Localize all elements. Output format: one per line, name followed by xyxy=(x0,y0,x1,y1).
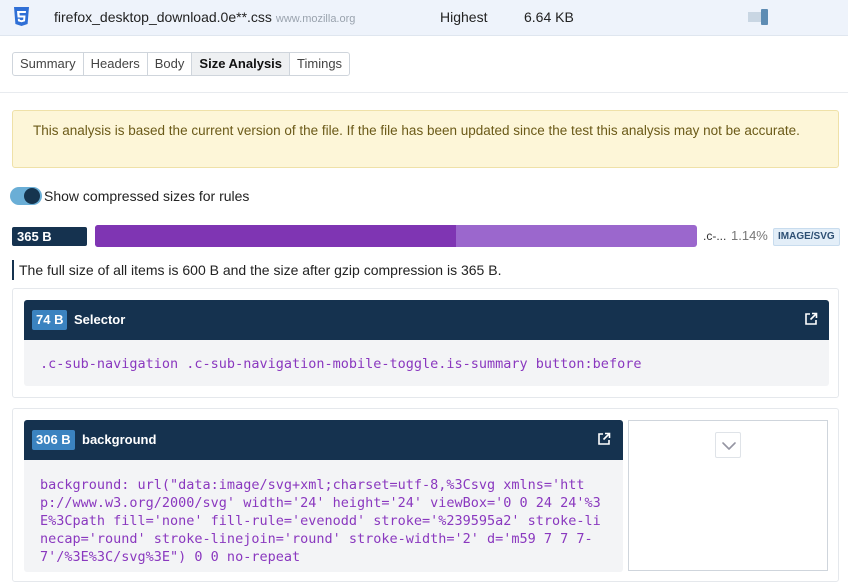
detail-tabs: Summary Headers Body Size Analysis Timin… xyxy=(12,52,351,76)
background-size-badge: 306 B xyxy=(32,430,75,450)
selector-size-badge: 74 B xyxy=(32,310,68,330)
tab-headers[interactable]: Headers xyxy=(82,52,148,76)
selector-code: .c-sub-navigation .c-sub-navigation-mobi… xyxy=(24,340,829,386)
toggle-knob xyxy=(24,188,40,204)
total-size-badge: 365 B xyxy=(12,227,87,246)
css3-icon xyxy=(14,7,29,26)
filename-text: firefox_desktop_download.0e**.css xyxy=(54,9,272,25)
external-link-icon[interactable] xyxy=(597,432,611,446)
request-size: 6.64 KB xyxy=(524,9,574,25)
size-bar[interactable] xyxy=(95,225,697,247)
compressed-sizes-label: Show compressed sizes for rules xyxy=(44,188,250,204)
tab-size-analysis[interactable]: Size Analysis xyxy=(191,52,291,76)
size-bar-label: .c-... xyxy=(703,229,727,243)
analysis-notice: This analysis is based the current versi… xyxy=(12,110,839,168)
request-filename: firefox_desktop_download.0e**.css www.moz… xyxy=(54,9,355,25)
selector-card: 74 B Selector .c-sub-navigation .c-sub-n… xyxy=(12,288,839,398)
chevron-preview xyxy=(715,432,741,458)
request-row[interactable]: firefox_desktop_download.0e**.css www.moz… xyxy=(0,0,848,36)
background-card-header: 306 B background xyxy=(24,420,623,460)
external-link-icon[interactable] xyxy=(804,312,818,326)
compressed-sizes-toggle[interactable] xyxy=(10,187,42,205)
size-summary: The full size of all items is 600 B and … xyxy=(12,260,501,280)
timing-wait-segment xyxy=(748,12,761,22)
selector-title: Selector xyxy=(74,312,126,327)
tab-timings[interactable]: Timings xyxy=(289,52,351,76)
size-bar-percent: 1.14% xyxy=(731,228,768,243)
selector-card-header: 74 B Selector xyxy=(24,300,829,340)
background-code: background: url("data:image/svg+xml;char… xyxy=(24,460,623,572)
timing-download-segment xyxy=(761,9,768,25)
request-timing-bar xyxy=(748,9,770,25)
request-priority: Highest xyxy=(440,9,488,25)
content-type-badge: IMAGE/SVG xyxy=(773,228,840,246)
chevron-down-icon xyxy=(722,442,736,450)
tab-body[interactable]: Body xyxy=(146,52,193,76)
section-divider xyxy=(0,92,848,93)
size-bar-fill xyxy=(95,225,457,247)
tab-summary[interactable]: Summary xyxy=(12,52,84,76)
background-title: background xyxy=(82,432,157,447)
svg-preview xyxy=(628,420,828,571)
request-domain: www.mozilla.org xyxy=(275,13,356,25)
